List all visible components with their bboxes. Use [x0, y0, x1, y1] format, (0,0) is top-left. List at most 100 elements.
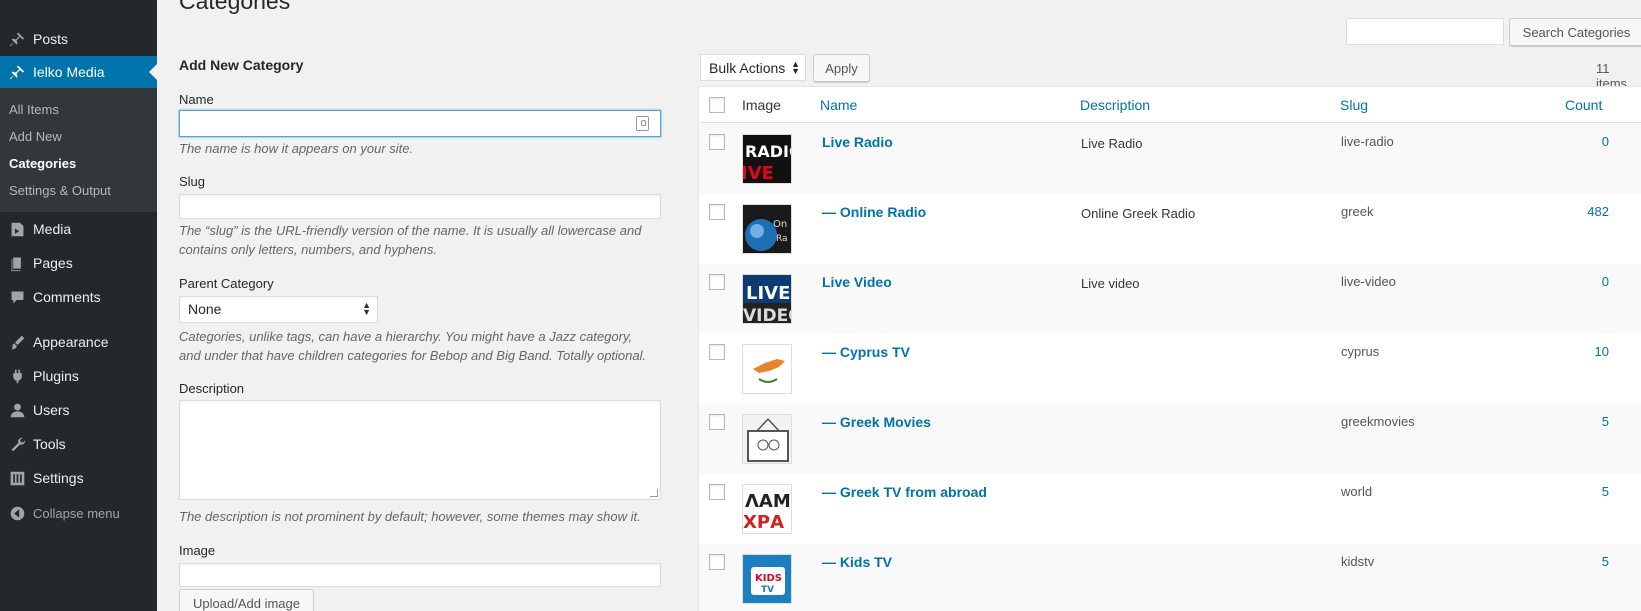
table-row: LIVE VIDEO Live Video Live video live-vid… [699, 264, 1641, 334]
bulk-actions-value: Bulk Actions [709, 60, 786, 76]
category-count-link[interactable]: 5 [1509, 554, 1609, 569]
row-checkbox[interactable] [709, 204, 725, 220]
svg-text:IVE: IVE [743, 163, 774, 184]
category-count-link[interactable]: 0 [1509, 274, 1609, 289]
row-checkbox[interactable] [709, 484, 725, 500]
select-all-checkbox[interactable] [709, 97, 725, 113]
table-row: KIDS TV — Kids TV kidstv 5 [699, 544, 1641, 611]
menu-label: Comments [33, 289, 101, 305]
search-categories-button[interactable]: Search Categories [1509, 18, 1641, 46]
category-slug: kidstv [1341, 554, 1375, 569]
menu-label: Plugins [33, 368, 79, 384]
name-input[interactable] [179, 110, 661, 137]
description-textarea[interactable] [179, 400, 661, 500]
slug-help: The “slug” is the URL-friendly version o… [179, 221, 684, 259]
bulk-actions-select[interactable]: Bulk Actions ▲ ▼ [700, 54, 806, 81]
menu-tools[interactable]: Tools [0, 428, 157, 460]
menu-comments[interactable]: Comments [0, 281, 157, 313]
menu-settings[interactable]: Settings [0, 462, 157, 494]
category-count-link[interactable]: 0 [1509, 134, 1609, 149]
column-name[interactable]: Name [820, 97, 857, 113]
name-help: The name is how it appears on your site. [179, 141, 414, 156]
submenu-settings-output[interactable]: Settings & Output [9, 183, 111, 198]
row-checkbox[interactable] [709, 414, 725, 430]
svg-text:ΧΡΑ: ΧΡΑ [743, 512, 784, 533]
apply-button[interactable]: Apply [813, 54, 870, 82]
category-name-link[interactable]: — Cyprus TV [822, 344, 910, 360]
slug-input[interactable] [179, 194, 661, 219]
category-name-link[interactable]: Live Video [822, 274, 892, 290]
category-name-link[interactable]: — Greek TV from abroad [822, 484, 987, 500]
image-url-input[interactable] [179, 563, 661, 587]
category-slug: world [1341, 484, 1373, 499]
table-row: — Cyprus TV cyprus 10 [699, 334, 1641, 404]
sliders-icon [6, 468, 28, 488]
category-count-link[interactable]: 5 [1509, 484, 1609, 499]
menu-label: Settings [33, 470, 84, 486]
resize-handle[interactable] [650, 489, 658, 497]
password-manager-icon[interactable] [636, 116, 649, 131]
category-thumbnail [742, 414, 792, 464]
category-name-link[interactable]: — Kids TV [822, 554, 892, 570]
category-thumbnail [742, 344, 792, 394]
parent-help-line: Categories, unlike tags, can have a hier… [179, 329, 633, 344]
submenu-all-items[interactable]: All Items [9, 102, 59, 117]
category-count-link[interactable]: 5 [1509, 414, 1609, 429]
slug-help-line: contains only letters, numbers, and hyph… [179, 242, 437, 257]
parent-category-value: None [188, 301, 222, 317]
parent-category-help: Categories, unlike tags, can have a hier… [179, 327, 684, 365]
menu-users[interactable]: Users [0, 394, 157, 426]
menu-pages[interactable]: Pages [0, 247, 157, 279]
category-description: Live video [1081, 276, 1140, 291]
pin-icon [6, 29, 28, 49]
menu-appearance[interactable]: Appearance [0, 326, 157, 358]
collapse-menu-button[interactable]: Collapse menu [0, 497, 157, 529]
slug-help-line: The “slug” is the URL-friendly version o… [179, 223, 642, 238]
admin-sidebar: Posts Ielko Media All Items Add New Cate… [0, 0, 157, 611]
select-arrows-icon: ▲ ▼ [362, 300, 371, 317]
categories-table: Image Name Description Slug Count RADIO I… [698, 86, 1641, 611]
category-count-link[interactable]: 10 [1509, 344, 1609, 359]
svg-text:VIDEO: VIDEO [743, 306, 792, 324]
column-description[interactable]: Description [1080, 97, 1150, 113]
category-name-link[interactable]: Live Radio [822, 134, 893, 150]
description-label: Description [179, 381, 245, 396]
plug-icon [6, 366, 28, 386]
category-slug: greek [1341, 204, 1374, 219]
table-row: — Greek Movies greekmovies 5 [699, 404, 1641, 474]
submenu-categories[interactable]: Categories [9, 156, 76, 171]
row-checkbox[interactable] [709, 274, 725, 290]
menu-label: Tools [33, 436, 66, 452]
menu-media[interactable]: Media [0, 213, 157, 245]
category-name-link[interactable]: — Online Radio [822, 204, 926, 220]
menu-ielko-media[interactable]: Ielko Media [0, 56, 157, 88]
menu-plugins[interactable]: Plugins [0, 360, 157, 392]
wrench-icon [6, 434, 28, 454]
menu-label: Pages [33, 255, 73, 271]
parent-category-select[interactable]: None ▲ ▼ [179, 296, 378, 323]
row-checkbox[interactable] [709, 554, 725, 570]
menu-label: Appearance [33, 334, 109, 350]
row-checkbox[interactable] [709, 134, 725, 150]
select-arrows-icon: ▲ ▼ [791, 59, 800, 76]
collapse-icon [6, 503, 28, 523]
category-slug: live-radio [1341, 134, 1394, 149]
category-count-link[interactable]: 482 [1509, 204, 1609, 219]
category-thumbnail: On Ra [742, 204, 792, 254]
submenu-add-new[interactable]: Add New [9, 129, 62, 144]
search-input[interactable] [1346, 18, 1504, 45]
parent-help-line: and under that have children categories … [179, 348, 647, 363]
category-name-link[interactable]: — Greek Movies [822, 414, 931, 430]
collapse-label: Collapse menu [33, 505, 120, 521]
menu-posts[interactable]: Posts [0, 23, 157, 55]
category-slug: cyprus [1341, 344, 1380, 359]
column-count[interactable]: Count [1565, 97, 1602, 113]
table-row: ΛΑΜ ΧΡΑ — Greek TV from abroad world 5 [699, 474, 1641, 544]
category-description: Live Radio [1081, 136, 1143, 151]
table-row: RADIO IVE Live Radio Live Radio live-radi… [699, 124, 1641, 194]
category-thumbnail: ΛΑΜ ΧΡΑ [742, 484, 792, 534]
upload-image-button[interactable]: Upload/Add image [179, 589, 314, 611]
row-checkbox[interactable] [709, 344, 725, 360]
svg-text:RADIO: RADIO [745, 142, 792, 161]
column-slug[interactable]: Slug [1340, 97, 1368, 113]
